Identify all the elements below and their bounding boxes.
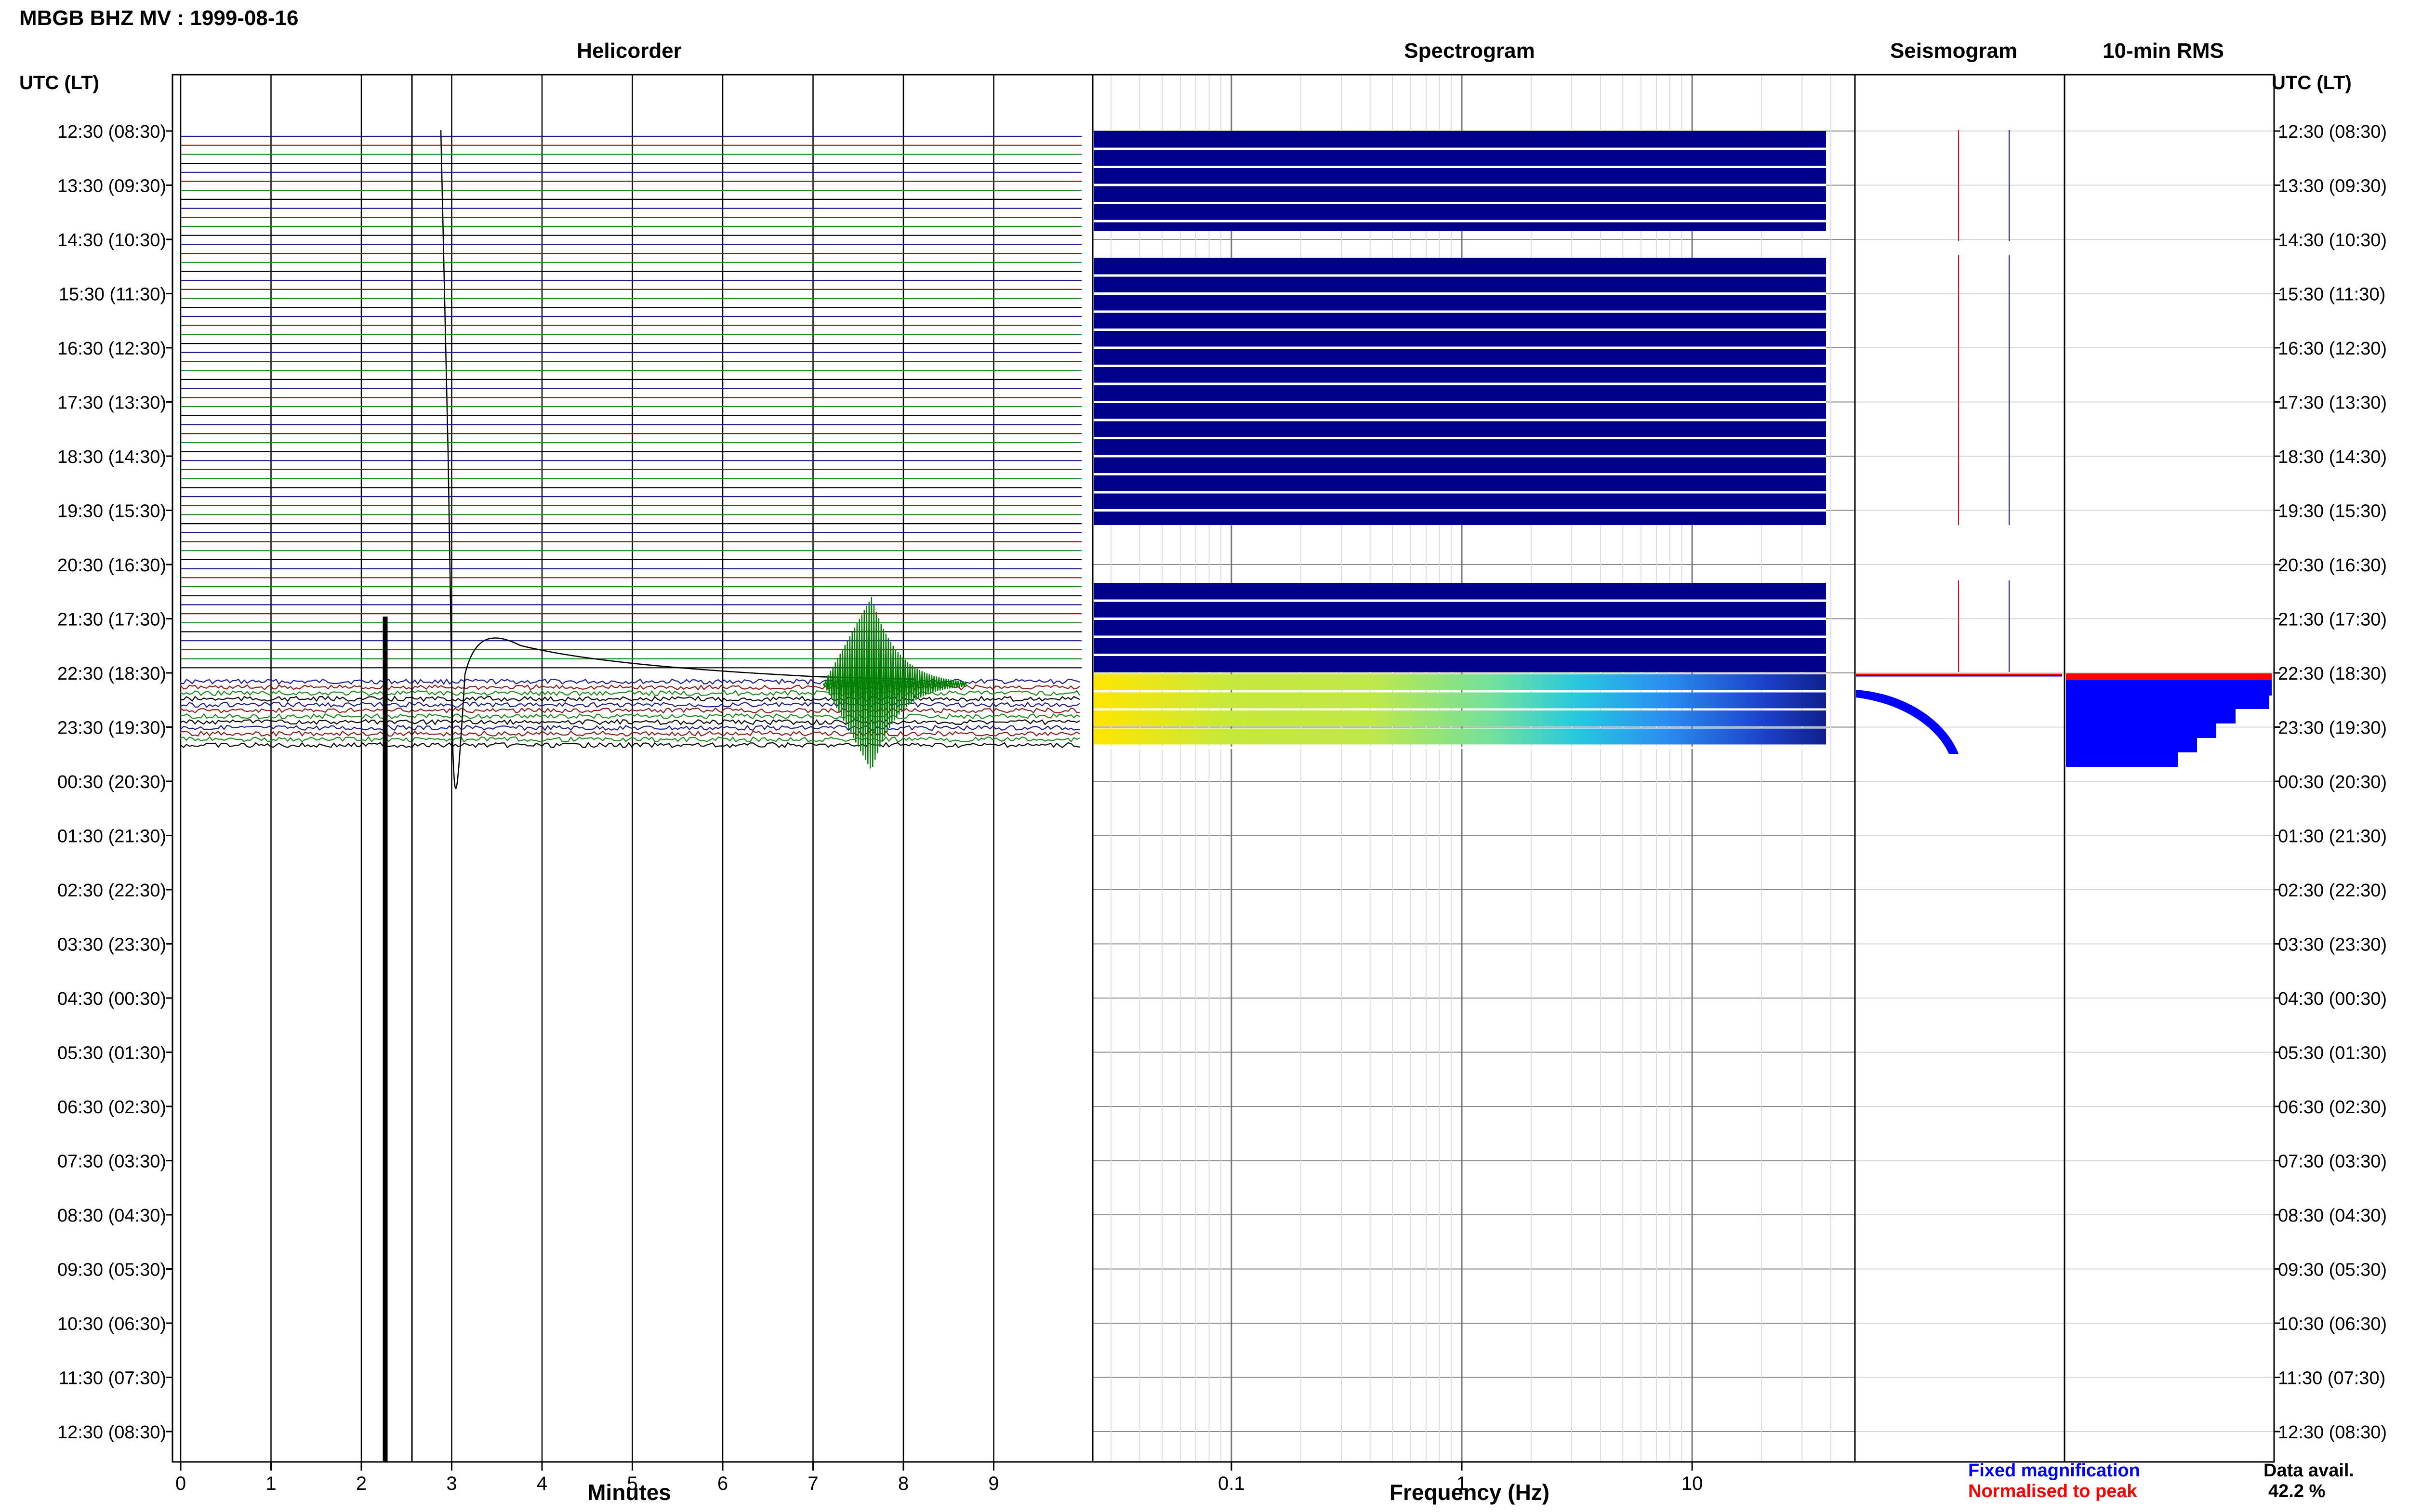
rms-bar [2066, 723, 2216, 738]
y-tick-label-left: 01:30 (21:30) [57, 827, 166, 847]
y-tick-label-left: 00:30 (20:30) [57, 772, 166, 792]
y-tick-label-left: 21:30 (17:30) [57, 610, 166, 630]
y-tick-label-left: 09:30 (05:30) [57, 1260, 166, 1280]
y-tick-label-right: 16:30 (12:30) [2278, 339, 2387, 359]
y-tick-label-right: 11:30 (07:30) [2278, 1368, 2385, 1389]
y-tick-label-right: 03:30 (23:30) [2278, 935, 2387, 955]
rms-title: 10-min RMS [2103, 39, 2224, 63]
spectrogram-band [1094, 583, 1826, 672]
spectrogram-active-row [1094, 710, 1826, 726]
y-tick-label-left: 07:30 (03:30) [57, 1152, 166, 1172]
y-tick-label-left: 23:30 (19:30) [57, 718, 166, 738]
spectrogram-active-row [1094, 728, 1826, 745]
spectrogram-x-tick-label: 0.1 [1218, 1473, 1245, 1494]
y-tick-label-left: 02:30 (22:30) [57, 881, 166, 901]
y-tick-label-right: 20:30 (16:30) [2278, 555, 2387, 576]
y-tick-label-right: 12:30 (08:30) [2278, 122, 2387, 142]
y-tick-label-right: 21:30 (17:30) [2278, 610, 2387, 630]
rms-bar [2066, 751, 2178, 767]
y-tick-label-right: 18:30 (14:30) [2278, 447, 2387, 467]
rms-bar [2066, 680, 2272, 696]
y-tick-label-right: 09:30 (05:30) [2278, 1260, 2387, 1280]
y-tick-label-right: 01:30 (21:30) [2278, 827, 2387, 847]
helicorder-x-tick-label: 7 [807, 1473, 818, 1494]
helicorder-x-tick-label: 0 [175, 1473, 186, 1494]
spectrogram-title: Spectrogram [1404, 39, 1535, 63]
y-tick-label-left: 10:30 (06:30) [57, 1314, 166, 1334]
y-tick-label-left: 05:30 (01:30) [57, 1043, 166, 1064]
helicorder-xlabel: Minutes [587, 1480, 671, 1505]
y-tick-label-left: 04:30 (00:30) [57, 989, 166, 1009]
y-tick-label-left: 20:30 (16:30) [57, 555, 166, 576]
y-tick-label-left: 16:30 (12:30) [57, 339, 166, 359]
y-tick-label-left: 18:30 (14:30) [57, 447, 166, 467]
y-tick-label-left: 11:30 (07:30) [59, 1368, 166, 1389]
y-tick-label-left: 22:30 (18:30) [57, 664, 166, 684]
seismogram-title: Seismogram [1890, 39, 2017, 63]
y-tick-label-left: 19:30 (15:30) [57, 501, 166, 522]
y-tick-label-right: 05:30 (01:30) [2278, 1043, 2387, 1064]
y-tick-label-right: 13:30 (09:30) [2278, 176, 2387, 197]
left-axis-header: UTC (LT) [19, 72, 99, 93]
y-tick-label-right: 08:30 (04:30) [2278, 1206, 2387, 1226]
spectrogram-x-tick-label: 10 [1681, 1473, 1703, 1494]
legend-normalised-to-peak: Normalised to peak [1968, 1481, 2137, 1501]
rms-bar [2066, 708, 2236, 723]
spectrogram-band [1094, 131, 1826, 231]
y-tick-label-left: 15:30 (11:30) [59, 285, 166, 305]
y-tick-label-left: 17:30 (13:30) [57, 393, 166, 413]
helicorder-x-tick-label: 8 [898, 1473, 909, 1494]
y-tick-label-right: 10:30 (06:30) [2278, 1314, 2387, 1334]
y-tick-label-right: 22:30 (18:30) [2278, 664, 2387, 684]
y-tick-label-right: 00:30 (20:30) [2278, 772, 2387, 792]
y-tick-label-right: 19:30 (15:30) [2278, 501, 2387, 522]
y-tick-label-left: 13:30 (09:30) [57, 176, 166, 197]
spectrogram-band [1094, 258, 1826, 525]
y-tick-label-right: 23:30 (19:30) [2278, 718, 2387, 738]
spectrogram-panel [1094, 131, 1826, 749]
legend-fixed-magnification: Fixed magnification [1968, 1460, 2140, 1481]
rms-bar [2066, 694, 2269, 709]
figure-title: MBGB BHZ MV : 1999-08-16 [19, 6, 298, 30]
helicorder-x-tick-label: 2 [356, 1473, 367, 1494]
y-tick-label-right: 14:30 (10:30) [2278, 230, 2387, 250]
helicorder-x-tick-label: 4 [537, 1473, 547, 1494]
y-tick-label-left: 08:30 (04:30) [57, 1206, 166, 1226]
spectrogram-active-row [1094, 674, 1826, 690]
y-tick-label-right: 02:30 (22:30) [2278, 881, 2387, 901]
y-tick-label-right: 06:30 (02:30) [2278, 1097, 2387, 1118]
helicorder-x-tick-label: 1 [265, 1473, 276, 1494]
helicorder-x-tick-label: 3 [446, 1473, 457, 1494]
data-avail-label: Data avail. [2263, 1460, 2354, 1481]
seismic-summary-figure: MBGB BHZ MV : 1999-08-16 UTC (LT) UTC (L… [0, 0, 2409, 1512]
y-tick-label-right: 07:30 (03:30) [2278, 1152, 2387, 1172]
helicorder-x-tick-label: 9 [988, 1473, 999, 1494]
data-avail-value: 42.2 % [2268, 1481, 2325, 1501]
spectrogram-row-separator [1094, 747, 1826, 749]
y-tick-label-left: 12:30 (08:30) [57, 122, 166, 142]
spectrogram-xlabel: Frequency (Hz) [1390, 1480, 1549, 1505]
y-tick-label-right: 15:30 (11:30) [2278, 285, 2385, 305]
helicorder-x-tick-label: 6 [717, 1473, 728, 1494]
y-tick-label-left: 03:30 (23:30) [57, 935, 166, 955]
y-tick-label-left: 06:30 (02:30) [57, 1097, 166, 1118]
helicorder-title: Helicorder [577, 39, 682, 63]
y-tick-label-left: 14:30 (10:30) [57, 230, 166, 250]
y-tick-label-right: 12:30 (08:30) [2278, 1422, 2387, 1443]
right-axis-header: UTC (LT) [2272, 72, 2352, 93]
y-tick-label-left: 12:30 (08:30) [57, 1422, 166, 1443]
y-tick-label-right: 04:30 (00:30) [2278, 989, 2387, 1009]
rms-bar [2066, 737, 2197, 752]
y-tick-label-right: 17:30 (13:30) [2278, 393, 2387, 413]
spectrogram-active-row [1094, 692, 1826, 709]
